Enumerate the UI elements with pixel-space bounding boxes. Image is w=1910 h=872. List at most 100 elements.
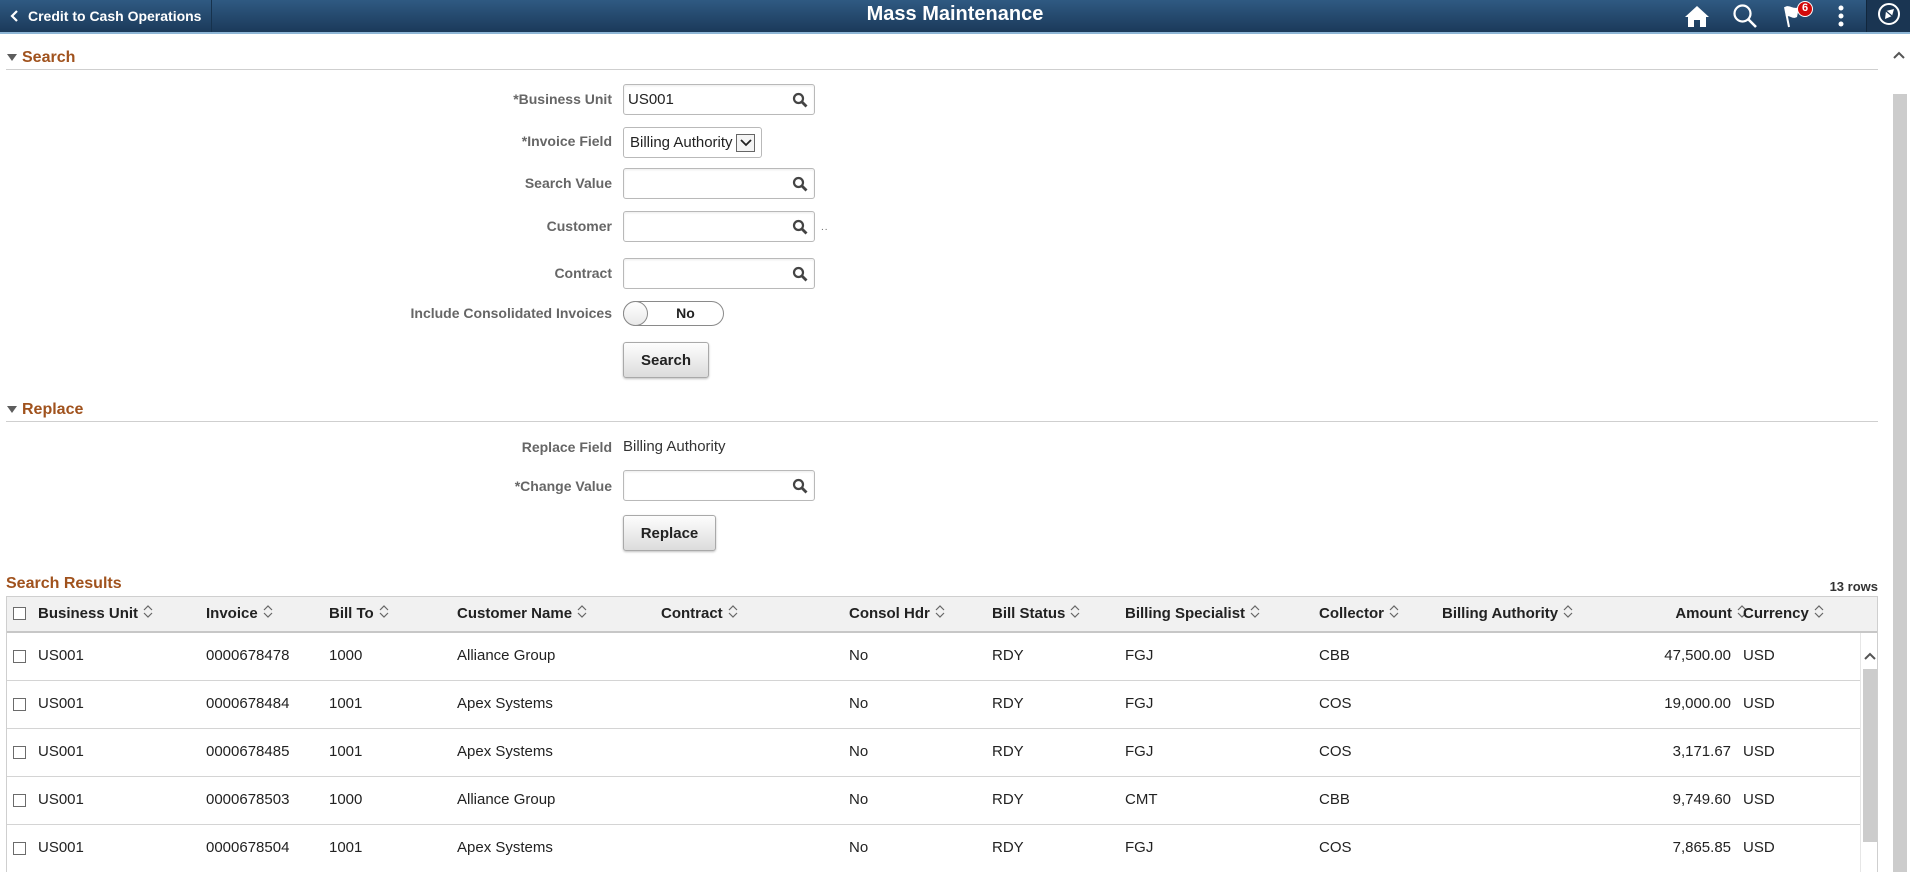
col-collector-header[interactable]: Collector: [1319, 597, 1399, 631]
select-all-checkbox[interactable]: [13, 607, 26, 620]
sort-icon[interactable]: [1814, 597, 1824, 631]
sort-icon[interactable]: [263, 597, 273, 631]
customer-field[interactable]: [623, 211, 815, 242]
invoice-field-label: *Invoice Field: [521, 133, 612, 149]
col-billing-specialist-header[interactable]: Billing Specialist: [1125, 597, 1260, 631]
sort-icon[interactable]: [143, 597, 153, 631]
search-button[interactable]: Search: [623, 342, 709, 378]
col-bill-status-cell: RDY: [992, 791, 1024, 808]
sort-icon[interactable]: [728, 597, 738, 631]
column-header-label: Contract: [661, 605, 723, 622]
search-icon[interactable]: [1731, 3, 1759, 29]
replace-button[interactable]: Replace: [623, 515, 716, 551]
col-bill-to-cell: 1001: [329, 695, 363, 712]
scroll-up-icon[interactable]: [1893, 46, 1905, 64]
sort-icon[interactable]: [935, 597, 945, 631]
page-title: Mass Maintenance: [866, 3, 1044, 25]
table-row: US001 0000678504 1001 Apex Systems No RDY FGJ C…: [7, 825, 1860, 872]
results-title: Search Results: [6, 575, 122, 592]
col-bill-status-cell: RDY: [992, 647, 1024, 664]
lookup-icon[interactable]: [792, 478, 808, 494]
contract-input[interactable]: [624, 259, 784, 288]
col-consol-hdr-header[interactable]: Consol Hdr: [849, 597, 945, 631]
toggle-state: No: [676, 305, 695, 321]
col-customer-name-cell: Apex Systems: [457, 839, 553, 856]
column-header-label: Customer Name: [457, 605, 573, 622]
lookup-icon[interactable]: [792, 219, 808, 235]
column-header-label: Invoice: [206, 605, 258, 622]
search-value-input[interactable]: [624, 169, 784, 198]
business-unit-input[interactable]: [624, 85, 784, 114]
invoice-field-selected: Billing Authority: [630, 134, 733, 151]
sort-icon[interactable]: [379, 597, 389, 631]
replace-field-value: Billing Authority: [623, 438, 726, 455]
grid-scrollbar-thumb[interactable]: [1863, 669, 1877, 842]
row-select-checkbox[interactable]: [13, 794, 26, 807]
col-bill-to-header[interactable]: Bill To: [329, 597, 389, 631]
column-header-label: Consol Hdr: [849, 605, 930, 622]
sort-icon[interactable]: [1070, 597, 1080, 631]
invoice-field-select[interactable]: Billing Authority: [623, 127, 762, 158]
search-value-field[interactable]: [623, 168, 815, 199]
col-customer-name-cell: Alliance Group: [457, 647, 556, 664]
table-row: US001 0000678484 1001 Apex Systems No RDY FGJ C…: [7, 681, 1860, 729]
col-customer-name-cell: Alliance Group: [457, 791, 556, 808]
search-section-header[interactable]: Search: [6, 46, 1878, 70]
col-contract-header[interactable]: Contract: [661, 597, 738, 631]
col-invoice-cell: 0000678503: [206, 791, 290, 808]
col-consol-hdr-cell: No: [849, 791, 869, 808]
lookup-icon[interactable]: [792, 176, 808, 192]
lookup-icon[interactable]: [792, 92, 808, 108]
home-icon[interactable]: [1683, 3, 1711, 29]
col-customer-name-header[interactable]: Customer Name: [457, 597, 587, 631]
col-invoice-header[interactable]: Invoice: [206, 597, 273, 631]
include-consolidated-toggle[interactable]: No: [623, 301, 724, 326]
col-billing-authority-header[interactable]: Billing Authority: [1442, 597, 1573, 631]
navbar-button[interactable]: [1866, 0, 1910, 32]
scroll-up-icon[interactable]: [1864, 647, 1876, 665]
column-header-label: Billing Specialist: [1125, 605, 1246, 622]
col-billing-specialist-cell: FGJ: [1125, 647, 1154, 664]
lookup-icon[interactable]: [792, 266, 808, 282]
sort-icon[interactable]: [577, 597, 587, 631]
col-currency-header[interactable]: Currency: [1743, 597, 1824, 631]
row-select-checkbox[interactable]: [13, 698, 26, 711]
customer-input[interactable]: [624, 212, 784, 241]
notifications-flag-icon[interactable]: 6: [1779, 1, 1813, 29]
row-count: 13 rows: [1829, 579, 1878, 594]
col-bill-status-cell: RDY: [992, 743, 1024, 760]
col-business-unit-cell: US001: [38, 791, 84, 808]
column-header-label: Bill To: [329, 605, 374, 622]
chevron-down-icon[interactable]: [736, 134, 755, 152]
grid-scrollbar[interactable]: [1860, 633, 1877, 872]
page-scrollbar-thumb[interactable]: [1893, 94, 1907, 872]
change-value-label: *Change Value: [514, 478, 612, 494]
column-header-label: Bill Status: [992, 605, 1066, 622]
back-button[interactable]: Credit to Cash Operations: [0, 0, 212, 32]
row-select-checkbox[interactable]: [13, 650, 26, 663]
col-consol-hdr-cell: No: [849, 695, 869, 712]
col-customer-name-cell: Apex Systems: [457, 743, 553, 760]
sort-icon[interactable]: [1563, 597, 1573, 631]
page-scrollbar[interactable]: [1888, 36, 1910, 872]
change-value-field[interactable]: [623, 470, 815, 501]
contract-label: Contract: [554, 265, 612, 281]
sort-icon[interactable]: [1250, 597, 1260, 631]
col-invoice-cell: 0000678485: [206, 743, 290, 760]
contract-field[interactable]: [623, 258, 815, 289]
toggle-knob: [623, 301, 648, 326]
change-value-input[interactable]: [624, 471, 784, 500]
customer-description: ..: [821, 222, 829, 233]
row-select-checkbox[interactable]: [13, 842, 26, 855]
col-business-unit-header[interactable]: Business Unit: [38, 597, 153, 631]
col-amount-header[interactable]: Amount: [1675, 597, 1747, 631]
col-bill-status-header[interactable]: Bill Status: [992, 597, 1080, 631]
sort-icon[interactable]: [1389, 597, 1399, 631]
business-unit-label: *Business Unit: [513, 91, 612, 107]
results-grid: Business Unit Invoice Bill To Customer Name…: [6, 596, 1878, 872]
col-invoice-cell: 0000678504: [206, 839, 290, 856]
row-select-checkbox[interactable]: [13, 746, 26, 759]
actions-menu-icon[interactable]: [1827, 3, 1855, 29]
replace-section-header[interactable]: Replace: [6, 398, 1878, 422]
business-unit-field[interactable]: [623, 84, 815, 115]
